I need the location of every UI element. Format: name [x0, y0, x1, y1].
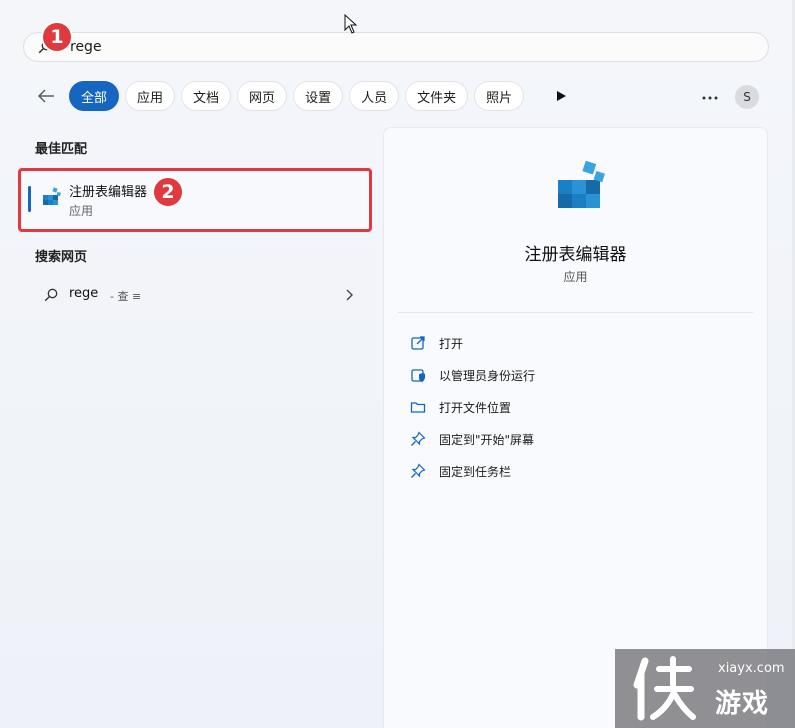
filter-tab-photos[interactable]: 照片 — [474, 81, 525, 111]
chevron-right-icon — [346, 289, 353, 301]
filter-tab-all[interactable]: 全部 — [69, 81, 120, 111]
best-match-heading: 最佳匹配 — [35, 142, 88, 157]
watermark-domain: xiayx.com — [718, 661, 785, 676]
action-label: 以管理员身份运行 — [439, 369, 536, 383]
filter-tab-people[interactable]: 人员 — [349, 81, 400, 111]
action-label: 固定到任务栏 — [439, 465, 512, 479]
search-icon — [44, 288, 58, 302]
start-search-panel: rege 全部 应用 文档 网页 设置 人员 文件夹 照片 S 最佳匹配 注册表… — [0, 0, 795, 728]
pin-icon — [411, 431, 426, 446]
filter-tab-apps[interactable]: 应用 — [125, 81, 176, 111]
action-label: 打开 — [439, 337, 464, 351]
watermark: xiayx.com 游戏 — [615, 649, 795, 728]
filter-tab-documents[interactable]: 文档 — [181, 81, 232, 111]
filter-tab-folders[interactable]: 文件夹 — [405, 81, 469, 111]
step-badge-2: 2 — [152, 176, 184, 208]
action-label: 打开文件位置 — [439, 401, 512, 415]
more-filters-play-icon[interactable] — [554, 89, 568, 103]
site-logo-icon — [633, 656, 696, 721]
pin-icon — [411, 463, 426, 478]
back-arrow-icon[interactable] — [36, 86, 56, 106]
folder-icon — [410, 402, 426, 413]
detail-app-name: 注册表编辑器 — [524, 245, 627, 265]
open-icon — [411, 336, 425, 350]
divider — [398, 312, 753, 313]
filter-tab-web[interactable]: 网页 — [237, 81, 288, 111]
step-badge-1: 1 — [41, 21, 73, 53]
search-query[interactable]: rege — [70, 39, 102, 55]
filter-tab-settings[interactable]: 设置 — [293, 81, 344, 111]
registry-editor-icon — [558, 160, 605, 208]
action-label: 固定到"开始"屏幕 — [439, 433, 535, 447]
more-options-icon[interactable] — [700, 95, 720, 101]
web-search-heading: 搜索网页 — [35, 250, 88, 265]
watermark-name: 游戏 — [715, 689, 770, 719]
account-avatar[interactable]: S — [735, 85, 759, 109]
mouse-cursor-icon — [344, 14, 358, 34]
search-input[interactable]: rege — [23, 32, 769, 62]
annotation-highlight-box — [18, 168, 372, 232]
detail-app-type: 应用 — [563, 270, 588, 284]
admin-shield-icon — [411, 369, 425, 382]
detail-pane: 注册表编辑器 应用 打开 以管理员身份运行 打开文件位置 固定到"开始"屏幕 固… — [383, 127, 768, 728]
web-search-term: rege — [69, 286, 99, 301]
web-search-result[interactable]: rege - 查 ≡ — [22, 280, 370, 310]
web-search-suffix: - 查 ≡ — [110, 290, 142, 303]
filter-tabs: 全部 应用 文档 网页 设置 人员 文件夹 照片 — [69, 81, 525, 113]
